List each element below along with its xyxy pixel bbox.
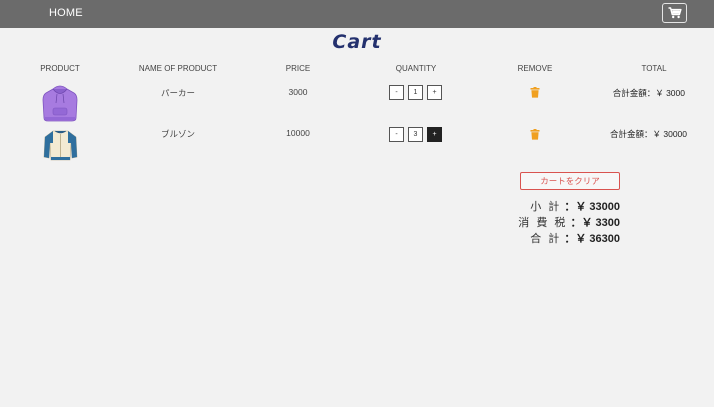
quantity-value: 1 xyxy=(408,85,423,100)
header-product: PRODUCT xyxy=(40,64,80,73)
subtotal-value: ：￥ 33000 xyxy=(564,201,620,213)
clear-cart-button[interactable]: カートをクリア xyxy=(520,172,620,190)
tax-value: ：￥ 3300 xyxy=(570,217,620,229)
total-label: 合 計 xyxy=(530,233,562,245)
header-total: TOTAL xyxy=(641,64,667,73)
header-quantity: QUANTITY xyxy=(395,64,437,73)
subtotal-line: 小 計 ：￥ 33000 xyxy=(470,198,620,214)
nav-home-link[interactable]: HOME xyxy=(49,7,83,19)
trash-icon[interactable] xyxy=(530,129,540,140)
total-line: 合 計 ：￥ 36300 xyxy=(470,230,620,246)
navbar: HOME xyxy=(0,0,714,28)
quantity-value: 3 xyxy=(408,127,423,142)
tax-label: 消 費 税 xyxy=(518,217,568,229)
increment-button[interactable]: + xyxy=(427,127,442,142)
header-price: PRICE xyxy=(285,64,311,73)
increment-button[interactable]: + xyxy=(427,85,442,100)
product-name: パーカー xyxy=(160,88,195,98)
cart-button[interactable] xyxy=(662,3,687,23)
header-name: NAME OF PRODUCT xyxy=(138,64,218,73)
header-remove: REMOVE xyxy=(517,64,553,73)
decrement-button[interactable]: - xyxy=(389,85,404,100)
decrement-button[interactable]: - xyxy=(389,127,404,142)
tax-line: 消 費 税 ：￥ 3300 xyxy=(470,214,620,230)
jacket-image xyxy=(43,130,78,161)
product-price: 3000 xyxy=(288,87,308,97)
product-price: 10000 xyxy=(286,128,310,138)
hoodie-image xyxy=(42,85,78,122)
total-value: ：￥ 36300 xyxy=(564,233,620,245)
trash-icon[interactable] xyxy=(530,87,540,98)
row-total: 合計金額：￥ 3000 xyxy=(612,88,685,98)
product-name: ブルゾン xyxy=(160,129,195,139)
page-title: Cart xyxy=(332,31,382,53)
cart-icon xyxy=(668,7,682,19)
subtotal-label: 小 計 xyxy=(530,201,562,213)
row-total: 合計金額：￥ 30000 xyxy=(610,129,687,139)
